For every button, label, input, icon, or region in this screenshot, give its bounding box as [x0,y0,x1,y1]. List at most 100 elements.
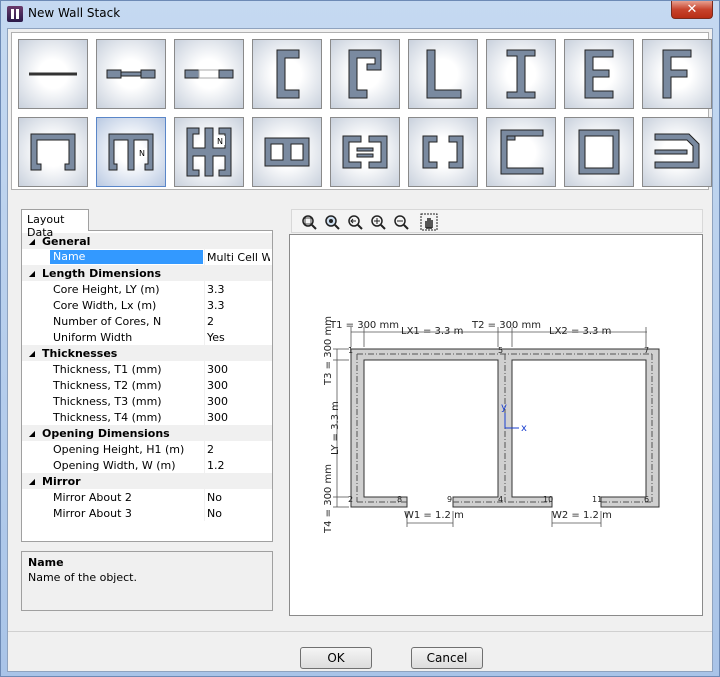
shape-tile-straight-wall[interactable] [18,39,88,109]
footer-divider [8,631,712,632]
window-title: New Wall Stack [28,6,121,20]
title-bar[interactable]: New Wall Stack ✕ [1,1,719,27]
shape-tile-c-section[interactable] [252,39,322,109]
shape-gallery: NN [11,32,712,190]
property-value[interactable]: 1.2 [207,459,270,472]
shape-tile-twin-channel[interactable] [330,117,400,187]
e-section-icon [584,49,614,99]
dim-t4: T4 = 300 mm [323,464,334,534]
shape-tile-multi-cell-core[interactable]: N [96,117,166,187]
shape-tile-rectangular-core-with-openings[interactable] [18,117,88,187]
shape-tile-channel-core[interactable] [486,117,556,187]
property-value[interactable]: 3.3 [207,283,270,296]
property-row[interactable]: Thickness, T2 (mm) 300 [22,377,272,393]
point-11: 11 [592,495,602,504]
drawing-canvas[interactable]: T1 = 300 mm LX1 = 3.3 m T2 = 300 mm LX2 … [289,234,703,616]
property-row[interactable]: Mirror About 3 No [22,505,272,521]
shape-tile-multi-cell-grid[interactable]: N [174,117,244,187]
straight-wall-icon [29,72,77,76]
help-title: Name [28,556,64,569]
property-row[interactable]: Thickness, T1 (mm) 300 [22,361,272,377]
category-mirror[interactable]: ◢ Mirror [22,473,272,489]
property-key: Name [50,250,203,264]
shape-tile-hooked-c-section[interactable] [330,39,400,109]
shape-tile-wall-with-opening[interactable] [96,39,166,109]
multi-cell-grid-icon: N [186,127,232,177]
property-value[interactable]: 300 [207,379,270,392]
dim-lx1: LX1 = 3.3 m [401,326,463,337]
category-general[interactable]: ◢ General [22,233,272,249]
category-opening-dimensions[interactable]: ◢ Opening Dimensions [22,425,272,441]
property-value[interactable]: No [207,491,270,504]
shape-tile-f-section[interactable] [642,39,712,109]
dim-t1: T1 = 300 mm [329,320,399,331]
property-value[interactable]: 300 [207,411,270,424]
shape-tile-e-section[interactable] [564,39,634,109]
shape-tile-double-wall[interactable] [252,117,322,187]
property-value[interactable]: Multi Cell Wall [207,251,270,264]
close-button[interactable]: ✕ [671,1,713,19]
zoom-in-icon[interactable] [369,213,387,231]
zoom-window-icon[interactable] [300,213,318,231]
shape-tile-bent-wall[interactable] [642,117,712,187]
property-value[interactable]: 2 [207,315,270,328]
tab-layout-data[interactable]: Layout Data [21,209,89,239]
axis-y-label: y [501,402,507,413]
property-value[interactable]: 300 [207,395,270,408]
zoom-extents-icon[interactable] [323,213,341,231]
collapse-triangle-icon[interactable]: ◢ [22,477,42,486]
property-row[interactable]: Name Multi Cell Wall [22,249,272,265]
i-section-icon [506,49,536,99]
l-section-icon [426,49,462,99]
dialog-window: New Wall Stack ✕ NN Layout Data ◢ General… [0,0,720,677]
multi-cell-core-icon: N [108,133,154,171]
property-row[interactable]: Number of Cores, N 2 [22,313,272,329]
property-row[interactable]: Opening Width, W (m) 1.2 [22,457,272,473]
category-label: Opening Dimensions [42,426,170,440]
help-text: Name of the object. [28,571,137,584]
cancel-button[interactable]: Cancel [411,647,483,669]
wall-with-gap-icon [184,69,234,79]
shape-tile-i-section[interactable] [486,39,556,109]
property-row[interactable]: Thickness, T3 (mm) 300 [22,393,272,409]
collapse-triangle-icon[interactable]: ◢ [22,349,42,358]
channel-core-icon [500,129,544,175]
shape-tile-box-core-openings[interactable] [408,117,478,187]
point-8: 8 [397,495,402,504]
property-value[interactable]: 2 [207,443,270,456]
hooked-c-section-icon [348,49,382,99]
property-value[interactable]: 300 [207,363,270,376]
pan-icon[interactable] [420,213,438,231]
property-key: Number of Cores, N [53,315,162,328]
property-key: Thickness, T4 (mm) [53,411,162,424]
property-value[interactable]: 3.3 [207,299,270,312]
property-row[interactable]: Core Height, LY (m) 3.3 [22,281,272,297]
category-length-dimensions[interactable]: ◢ Length Dimensions [22,265,272,281]
dim-lx2: LX2 = 3.3 m [549,326,611,337]
zoom-out-icon[interactable] [392,213,410,231]
shape-tile-l-section[interactable] [408,39,478,109]
wall-drawing: T1 = 300 mm LX1 = 3.3 m T2 = 300 mm LX2 … [323,316,660,534]
collapse-triangle-icon[interactable]: ◢ [22,269,42,278]
f-section-icon [662,49,692,99]
shape-tile-octagonal-core[interactable] [564,117,634,187]
property-row[interactable]: Mirror About 2 No [22,489,272,505]
property-row[interactable]: Thickness, T4 (mm) 300 [22,409,272,425]
property-row[interactable]: Core Width, Lx (m) 3.3 [22,297,272,313]
zoom-previous-icon[interactable] [346,213,364,231]
box-core-openings-icon [422,135,464,169]
property-key: Core Width, Lx (m) [53,299,157,312]
ok-button[interactable]: OK [300,647,372,669]
point-2: 2 [348,495,353,504]
shape-tile-wall-with-gap[interactable] [174,39,244,109]
property-row[interactable]: Uniform Width Yes [22,329,272,345]
property-value[interactable]: Yes [207,331,270,344]
property-value[interactable]: No [207,507,270,520]
collapse-triangle-icon[interactable]: ◢ [22,429,42,438]
dim-t2: T2 = 300 mm [471,320,541,331]
point-5: 5 [498,346,503,355]
property-key: Thickness, T3 (mm) [53,395,162,408]
category-thicknesses[interactable]: ◢ Thicknesses [22,345,272,361]
property-row[interactable]: Opening Height, H1 (m) 2 [22,441,272,457]
point-4: 4 [498,495,503,504]
